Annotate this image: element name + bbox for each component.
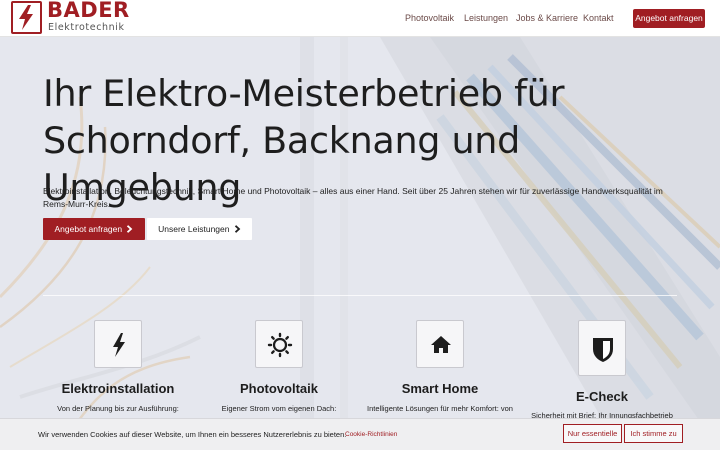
feature-echeck-icon-box [578, 320, 626, 376]
logo-mark [11, 1, 42, 34]
logo-tagline: Elektrotechnik [48, 22, 125, 33]
home-icon [431, 336, 451, 353]
nav-item-kontakt[interactable]: Kontakt [583, 13, 614, 23]
feature-elektro-icon-box [94, 320, 142, 368]
feature-smarthome-title: Smart Home [401, 381, 479, 396]
cookie-essential-button[interactable]: Nur essentielle [563, 424, 622, 443]
logo-brand: BADER [47, 0, 130, 22]
feature-smarthome-text: Intelligente Lösungen für mehr Komfort: … [367, 404, 513, 413]
feature-pv-text: Eigener Strom vom eigenen Dach: [221, 404, 337, 413]
hero-services-button[interactable]: Unsere Leistungen [147, 218, 252, 240]
hero-services-button-label: Unsere Leistungen [158, 224, 230, 234]
section-divider [43, 295, 677, 296]
feature-pv-icon-box [255, 320, 303, 368]
feature-elektro-title: Elektroinstallation [61, 381, 175, 396]
hero-title-line-1: Ihr Elektro-Meisterbetrieb für [43, 72, 565, 115]
chevron-right-icon [127, 225, 133, 233]
nav-item-leistungen[interactable]: Leistungen [464, 13, 508, 23]
logo[interactable]: BADER Elektrotechnik [11, 0, 131, 35]
header-quote-button[interactable]: Angebot anfragen [633, 9, 705, 28]
cookie-policy-link[interactable]: Cookie-Richtlinien [345, 431, 397, 438]
shield-icon [593, 338, 613, 362]
cookie-accept-button[interactable]: Ich stimme zu [624, 424, 683, 443]
nav-item-jobs[interactable]: Jobs & Karriere [516, 13, 578, 23]
hero-subtitle: Elektroinstallation, Beleuchtungstechnik… [43, 186, 663, 209]
lightning-logo-icon [19, 5, 33, 30]
lightning-bolt-icon [113, 333, 125, 357]
feature-echeck-title: E-Check [575, 389, 629, 404]
feature-smarthome-icon-box [416, 320, 464, 368]
site-header: BADER Elektrotechnik Photovoltaik Leistu… [0, 0, 720, 37]
hero-quote-button-label: Angebot anfragen [54, 224, 123, 234]
nav-item-photovoltaik[interactable]: Photovoltaik [405, 13, 454, 23]
hero-quote-button[interactable]: Angebot anfragen [43, 218, 145, 240]
feature-pv-title: Photovoltaik [239, 381, 318, 396]
cookie-banner: Wir verwenden Cookies auf dieser Website… [0, 418, 720, 450]
sun-icon [267, 332, 293, 358]
feature-elektro-text: Von der Planung bis zur Ausführung: [57, 404, 179, 413]
chevron-right-icon [234, 225, 241, 233]
cookie-message: Wir verwenden Cookies auf dieser Website… [38, 430, 347, 439]
